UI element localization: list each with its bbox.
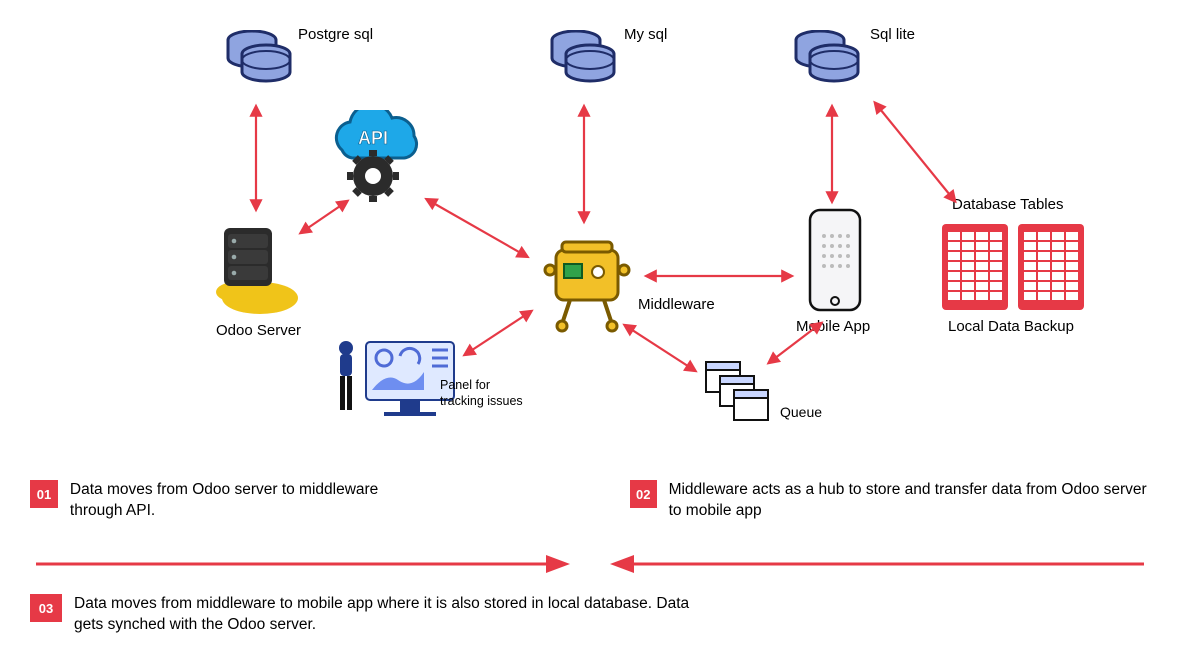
- step-badge-01: 01: [30, 480, 58, 508]
- step-03: 03 Data moves from middleware to mobile …: [30, 594, 694, 636]
- step-badge-03: 03: [30, 594, 62, 622]
- step-text-02: Middleware acts as a hub to store and tr…: [669, 480, 1148, 522]
- step-01: 01 Data moves from Odoo server to middle…: [30, 480, 390, 522]
- step-text-01: Data moves from Odoo server to middlewar…: [70, 480, 390, 522]
- step-badge-02: 02: [630, 480, 657, 508]
- step-text-03: Data moves from middleware to mobile app…: [74, 594, 694, 636]
- flow-arrow-right: [34, 553, 574, 575]
- flow-arrow-left: [600, 553, 1146, 575]
- step-02: 02 Middleware acts as a hub to store and…: [630, 480, 1148, 522]
- steps: 01 Data moves from Odoo server to middle…: [30, 480, 1148, 522]
- connectors: [0, 0, 1178, 460]
